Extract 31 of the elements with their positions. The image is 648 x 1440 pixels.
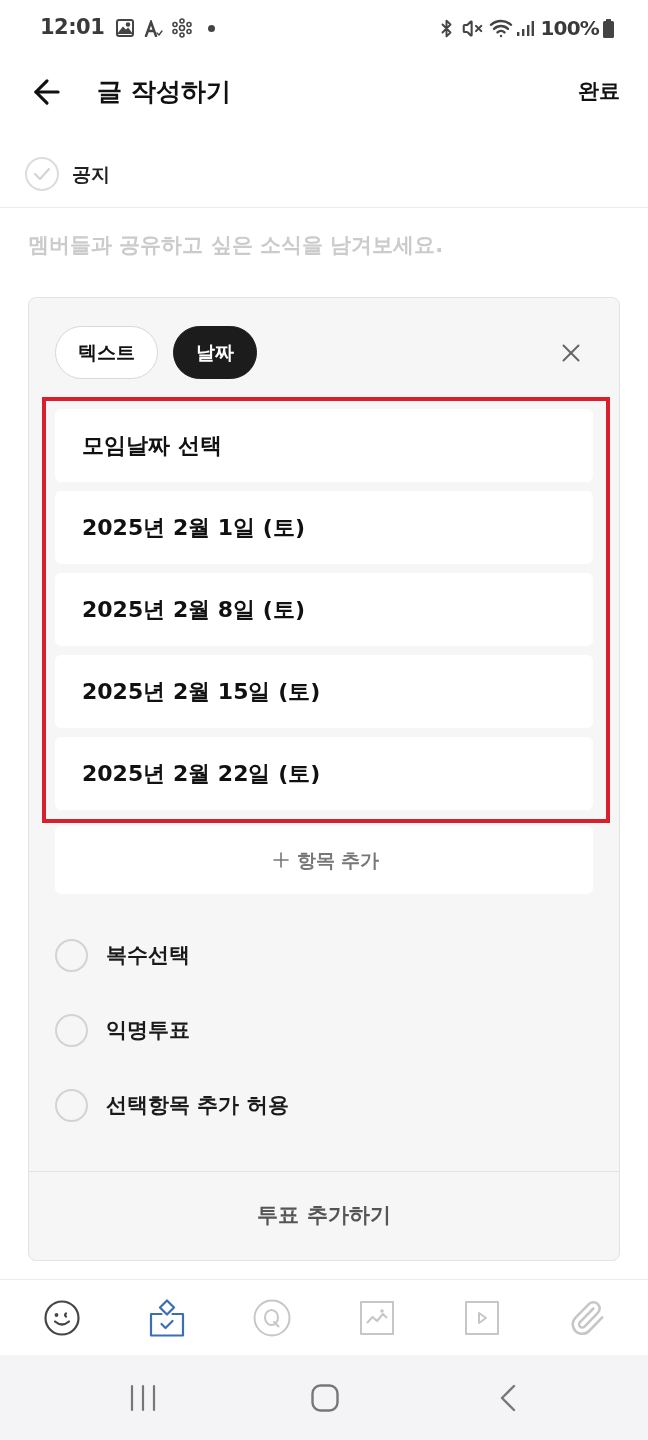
signal-icon: [517, 20, 535, 36]
poll-type-tab[interactable]: 날짜: [173, 326, 257, 379]
setting-label: 복수선택: [106, 941, 190, 969]
status-time: 12:01: [40, 14, 105, 42]
nodes-icon: [172, 18, 193, 38]
gallery-icon: [116, 19, 135, 37]
poll-title-field[interactable]: 모임날짜 선택: [55, 409, 593, 482]
date-option-field[interactable]: 2025년 2월 1일 (토): [55, 491, 593, 564]
back-icon[interactable]: [499, 1383, 516, 1412]
recent-apps-icon[interactable]: [130, 1383, 157, 1412]
battery-icon: [603, 18, 614, 38]
a-check-icon: [144, 19, 164, 37]
setting-option[interactable]: 선택항목 추가 허용: [29, 1068, 619, 1143]
date-option-field[interactable]: 2025년 2월 22일 (토): [55, 737, 593, 810]
add-option-button[interactable]: 항목 추가: [55, 826, 593, 894]
notice-checkbox[interactable]: 공지: [25, 157, 110, 191]
setting-label: 익명투표: [106, 1016, 190, 1044]
done-button[interactable]: 완료: [578, 76, 620, 108]
setting-label: 선택항목 추가 허용: [106, 1091, 289, 1119]
page-title: 글 작성하기: [97, 76, 231, 109]
date-option-field[interactable]: 2025년 2월 15일 (토): [55, 655, 593, 728]
battery-percent: 100%: [540, 15, 599, 42]
notice-label: 공지: [72, 161, 110, 187]
home-icon[interactable]: [311, 1383, 340, 1412]
setting-option[interactable]: 복수선택: [29, 918, 619, 993]
setting-option[interactable]: 익명투표: [29, 993, 619, 1068]
date-option-field[interactable]: 2025년 2월 8일 (토): [55, 573, 593, 646]
add-poll-button[interactable]: 투표 추가하기: [29, 1171, 619, 1260]
poll-type-tab[interactable]: 텍스트: [55, 326, 158, 379]
smiley-icon[interactable]: [43, 1299, 80, 1336]
ballot-box-icon[interactable]: [148, 1298, 185, 1337]
